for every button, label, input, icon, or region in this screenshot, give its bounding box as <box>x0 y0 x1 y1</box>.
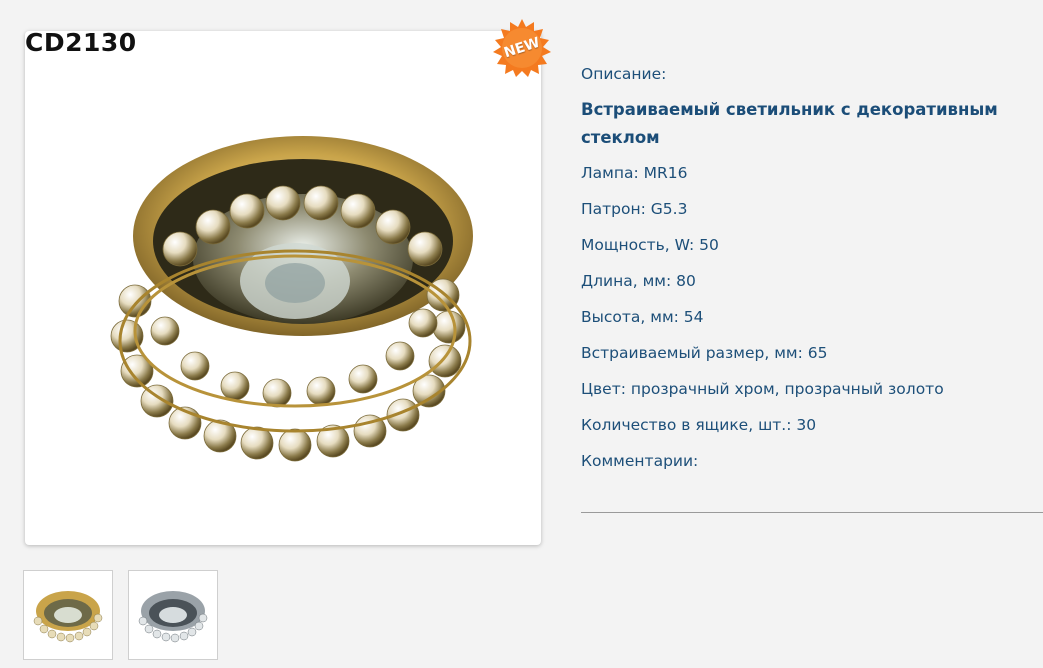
thumbnail-gold[interactable] <box>23 570 113 660</box>
lamp-image <box>110 136 473 462</box>
product-main-image[interactable] <box>25 31 541 545</box>
divider <box>581 512 1043 513</box>
product-title: Встраиваемый светильник с декоративным с… <box>581 100 998 147</box>
spec-length: Длина, мм: 80 <box>581 272 696 290</box>
spec-comments: Комментарии: <box>581 452 699 470</box>
thumbnail-chrome-image <box>138 591 208 643</box>
spec-color: Цвет: прозрачный хром, прозрачный золото <box>581 380 944 398</box>
thumbnail-gold-image <box>33 591 103 643</box>
spec-socket: Патрон: G5.3 <box>581 200 688 218</box>
spec-height: Высота, мм: 54 <box>581 308 704 326</box>
new-badge: NEW <box>493 19 551 77</box>
product-code: CD2130 <box>25 28 137 57</box>
spec-power: Мощность, W: 50 <box>581 236 719 254</box>
spec-lamp: Лампа: MR16 <box>581 164 688 182</box>
description-label: Описание: <box>581 65 667 83</box>
spec-box-qty: Количество в ящике, шт.: 30 <box>581 416 817 434</box>
spec-cutout: Встраиваемый размер, мм: 65 <box>581 344 828 362</box>
thumbnail-chrome[interactable] <box>128 570 218 660</box>
